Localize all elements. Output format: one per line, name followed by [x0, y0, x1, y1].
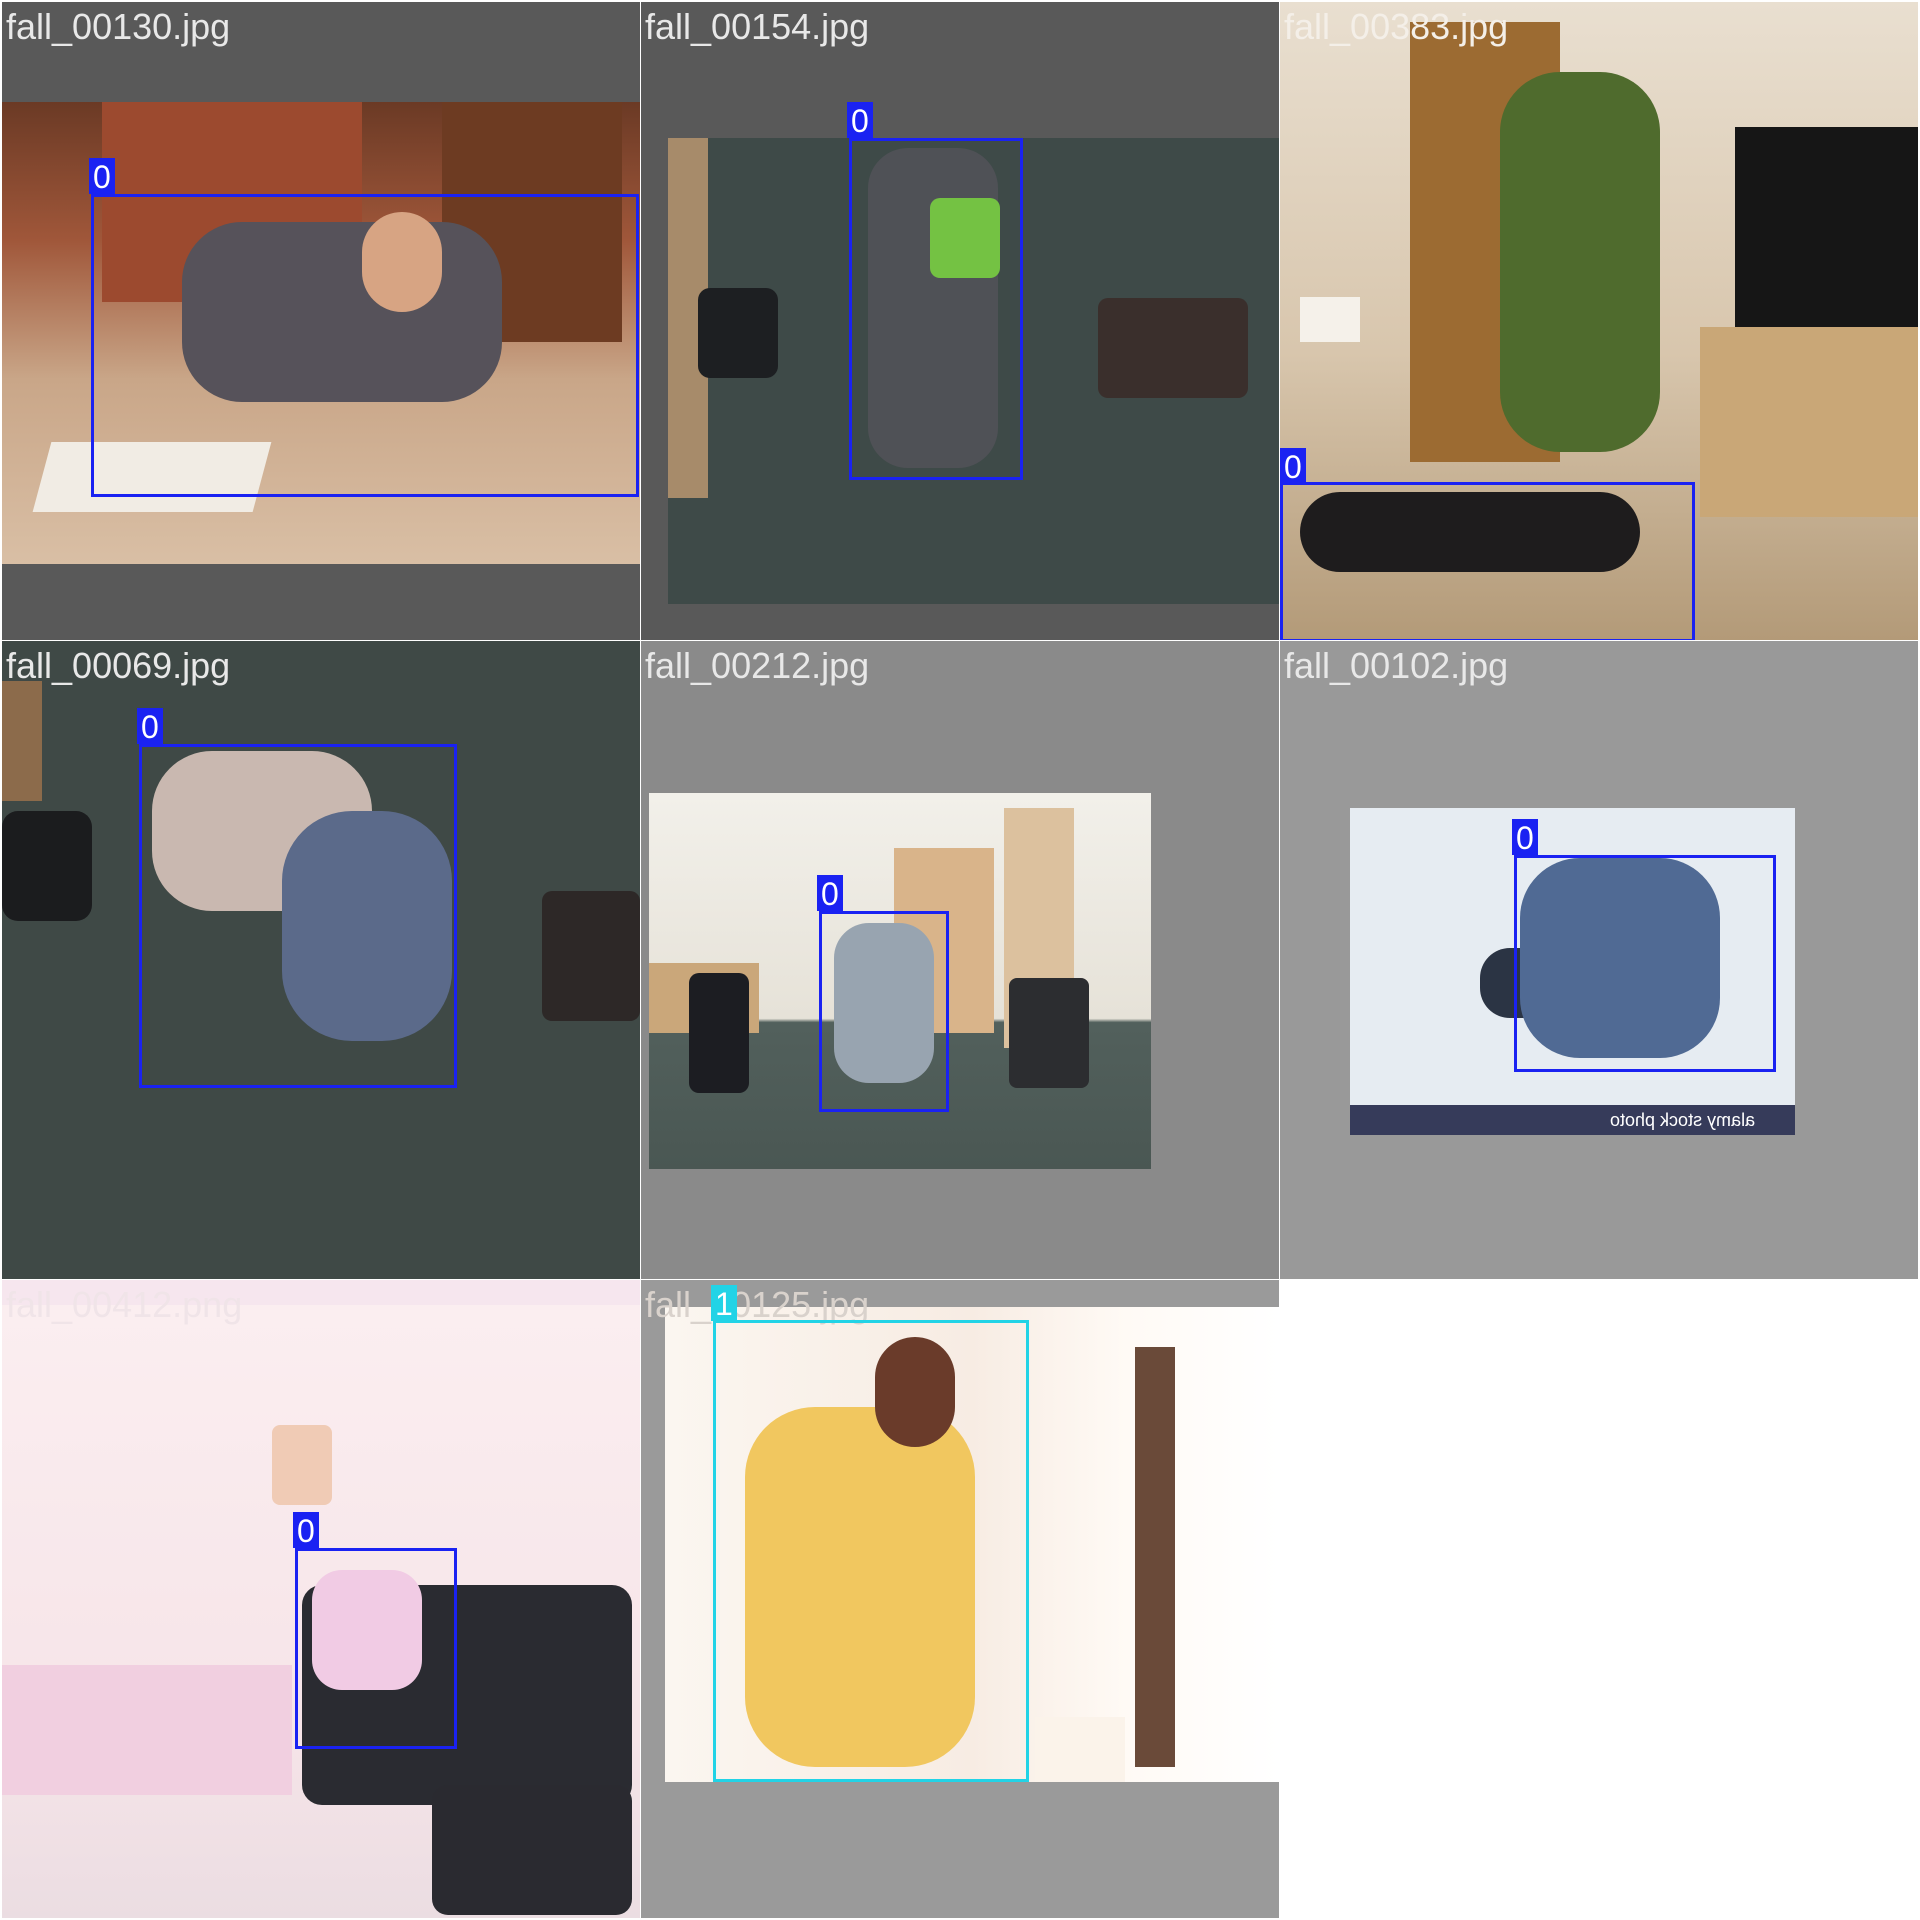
- cabinet: [2, 681, 42, 801]
- detection-class-label: 0: [817, 875, 843, 912]
- mosaic-tile-2: fall_00154.jpg 0: [641, 2, 1279, 640]
- detection-box: [139, 744, 457, 1088]
- television: [1735, 127, 1918, 327]
- detection-box: [1514, 855, 1776, 1072]
- chair: [542, 891, 640, 1021]
- mosaic-tile-6: alamy stock photo fall_00102.jpg 0: [1280, 641, 1918, 1279]
- mosaic-tile-1: fall_00130.jpg 0: [2, 2, 640, 640]
- detection-class-label: 0: [89, 158, 115, 195]
- mosaic-tile-8: fall_10125.jpg 1: [641, 1280, 1279, 1918]
- filename-label: fall_00130.jpg: [6, 6, 231, 47]
- ottoman: [432, 1785, 632, 1915]
- filename-label: fall_00154.jpg: [645, 6, 870, 47]
- detection-box: [91, 194, 639, 497]
- curtain: [1135, 1347, 1175, 1767]
- filename-label: fall_00383.jpg: [1284, 6, 1509, 47]
- detection-box: [819, 911, 949, 1112]
- mosaic-tile-3: fall_00383.jpg 0: [1280, 2, 1918, 640]
- tv-cabinet: [1700, 327, 1918, 517]
- detection-class-label: 1: [711, 1285, 737, 1322]
- filename-label: fall_00102.jpg: [1284, 645, 1509, 686]
- detection-class-label: 0: [137, 708, 163, 745]
- chair: [1009, 978, 1089, 1088]
- side-table: [1035, 1717, 1125, 1782]
- chair: [1098, 298, 1248, 398]
- detection-box: [713, 1320, 1029, 1782]
- filename-label: fall_00212.jpg: [645, 645, 870, 686]
- mosaic-tile-4: fall_00069.jpg 0: [2, 641, 640, 1279]
- image-mosaic-grid: fall_00130.jpg 0 fall_00154.jpg 0 fall_0…: [0, 0, 1920, 1920]
- wall-bag: [272, 1425, 332, 1505]
- detection-class-label: 0: [1280, 448, 1306, 485]
- filename-label: fall_00412.png: [6, 1284, 243, 1325]
- detection-class-label: 0: [847, 102, 873, 139]
- office-chair: [698, 288, 778, 378]
- detection-class-label: 0: [293, 1512, 319, 1549]
- bed: [2, 1665, 292, 1795]
- filename-label: fall_00069.jpg: [6, 645, 231, 686]
- detection-box: [849, 138, 1023, 480]
- plant: [1500, 72, 1660, 452]
- office-chair: [689, 973, 749, 1093]
- mosaic-empty-cell: [1280, 1280, 1918, 1918]
- mosaic-tile-7: fall_00412.png 0: [2, 1280, 640, 1918]
- lamp: [1300, 297, 1360, 342]
- office-chair: [2, 811, 92, 921]
- watermark-text: alamy stock photo: [1610, 1110, 1756, 1130]
- detection-box: [1280, 482, 1695, 640]
- detection-class-label: 0: [1512, 819, 1538, 856]
- mosaic-tile-5: fall_00212.jpg 0: [641, 641, 1279, 1279]
- detection-box: [295, 1548, 457, 1749]
